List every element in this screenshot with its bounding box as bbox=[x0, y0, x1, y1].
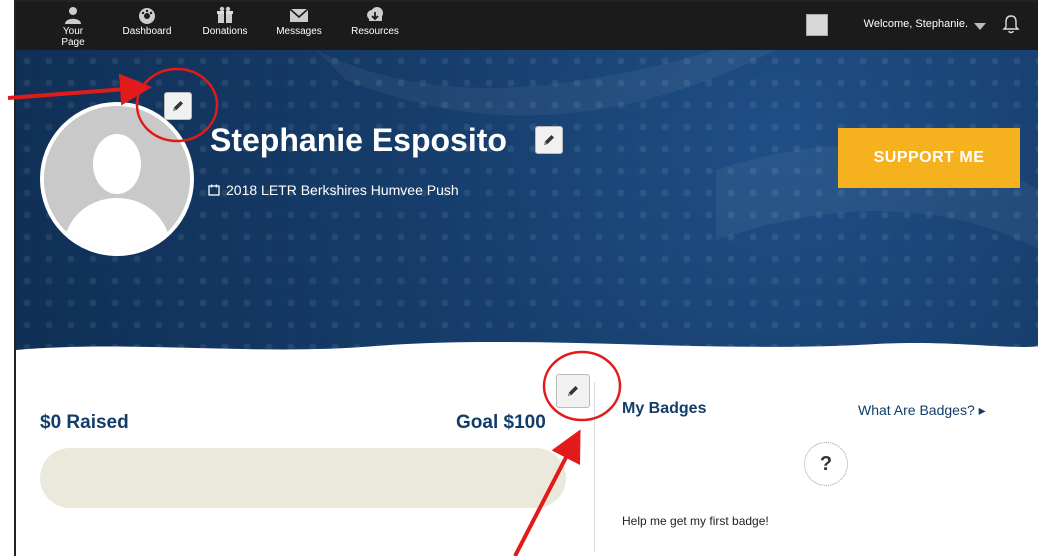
browser-viewport: Your Page Dashboard Donations Messages R… bbox=[14, 0, 1038, 556]
badge-placeholder: ? bbox=[804, 442, 848, 486]
bell-icon[interactable] bbox=[1002, 14, 1020, 34]
amount-raised: $0 Raised bbox=[40, 412, 129, 433]
participant-name: Stephanie Esposito bbox=[210, 122, 507, 158]
event-name: 2018 LETR Berkshires Humvee Push bbox=[226, 182, 459, 198]
nav-messages[interactable]: Messages bbox=[272, 6, 326, 37]
nav-label: Dashboard bbox=[122, 26, 172, 37]
edit-name-button[interactable] bbox=[535, 126, 563, 154]
badges-link-label: What Are Badges? bbox=[858, 402, 975, 418]
nav-resources[interactable]: Resources bbox=[346, 6, 404, 37]
caret-right-icon: ▸ bbox=[978, 402, 986, 418]
pencil-icon bbox=[173, 101, 183, 111]
welcome-text[interactable]: Welcome, Stephanie. bbox=[864, 18, 968, 30]
support-me-button[interactable]: SUPPORT ME bbox=[838, 128, 1020, 188]
fundraising-goal: Goal $100 bbox=[456, 412, 546, 433]
pencil-icon bbox=[544, 135, 554, 145]
person-icon bbox=[65, 7, 81, 24]
pencil-icon bbox=[568, 386, 578, 396]
badge-help-text: Help me get my first badge! bbox=[622, 514, 769, 528]
chevron-down-icon[interactable] bbox=[974, 23, 986, 30]
gift-icon bbox=[217, 6, 233, 23]
calendar-icon bbox=[208, 184, 220, 196]
nav-donations[interactable]: Donations bbox=[198, 6, 252, 37]
fundraising-progress-bar bbox=[40, 448, 566, 508]
nav-label: Resources bbox=[351, 26, 399, 37]
column-divider bbox=[594, 382, 595, 552]
edit-goal-button[interactable] bbox=[556, 374, 590, 408]
nav-your-page[interactable]: Your Page bbox=[50, 6, 96, 48]
edit-photo-button[interactable] bbox=[164, 92, 192, 120]
hero-banner: Stephanie Esposito 2018 LETR Berkshires … bbox=[16, 50, 1038, 362]
cloud-download-icon bbox=[367, 7, 383, 21]
top-nav: Your Page Dashboard Donations Messages R… bbox=[16, 2, 1038, 50]
profile-photo[interactable] bbox=[40, 102, 194, 256]
what-are-badges-link[interactable]: What Are Badges? ▸ bbox=[858, 402, 986, 419]
user-avatar[interactable] bbox=[806, 14, 828, 36]
nav-label: Donations bbox=[202, 26, 248, 37]
event-info: 2018 LETR Berkshires Humvee Push bbox=[208, 182, 459, 198]
gauge-icon bbox=[139, 8, 155, 24]
nav-label: Your Page bbox=[61, 26, 85, 48]
envelope-icon bbox=[289, 8, 309, 22]
badges-title: My Badges bbox=[622, 400, 707, 417]
nav-label: Messages bbox=[276, 26, 322, 37]
nav-dashboard[interactable]: Dashboard bbox=[120, 6, 174, 37]
avatar-silhouette-icon bbox=[44, 106, 190, 252]
